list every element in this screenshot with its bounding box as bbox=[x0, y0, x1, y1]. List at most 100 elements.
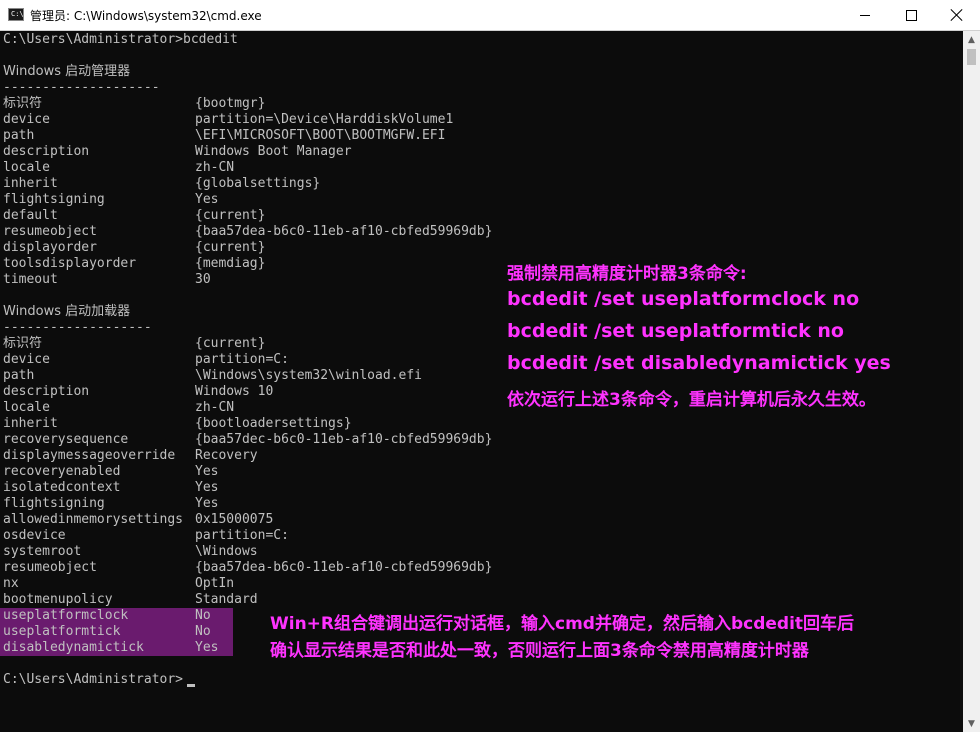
entry-row: displaymessageoverride Recovery bbox=[0, 448, 960, 464]
entry-value: Windows Boot Manager bbox=[195, 144, 352, 159]
entry-key: device bbox=[3, 112, 50, 127]
command-line: C:\Users\Administrator>bcdedit bbox=[3, 32, 238, 47]
entry-key: nx bbox=[3, 576, 19, 591]
scroll-up-arrow-icon[interactable]: ▲ bbox=[963, 31, 980, 48]
entry-key: osdevice bbox=[3, 528, 66, 543]
boot-manager-separator: -------------------- bbox=[3, 80, 160, 95]
entry-key: recoveryenabled bbox=[3, 464, 121, 479]
entry-row: resumeobject {baa57dea-b6c0-11eb-af10-cbf… bbox=[0, 560, 960, 576]
entry-value: Yes bbox=[195, 480, 219, 495]
entry-row: nx OptIn bbox=[0, 576, 960, 592]
final-prompt: C:\Users\Administrator> bbox=[3, 672, 184, 687]
scroll-down-arrow-icon[interactable]: ▼ bbox=[963, 715, 980, 732]
annotation-bottom-line-2: 确认显示结果是否和此处一致，否则运行上面3条命令禁用高精度计时器 bbox=[270, 641, 809, 661]
entry-key: default bbox=[3, 208, 58, 223]
entry-value: {memdiag} bbox=[195, 256, 266, 271]
entry-key: allowedinmemorysettings bbox=[3, 512, 184, 527]
entry-key: description bbox=[3, 384, 90, 399]
entry-value: {baa57dea-b6c0-11eb-af10-cbfed59969db} bbox=[195, 224, 493, 239]
entry-value: zh-CN bbox=[195, 400, 235, 415]
entry-key: inherit bbox=[3, 416, 58, 431]
entry-key: resumeobject bbox=[3, 560, 97, 575]
entry-value: {baa57dec-b6c0-11eb-af10-cbfed59969db} bbox=[195, 432, 493, 447]
minimize-button[interactable] bbox=[842, 0, 888, 30]
entry-row: bootmenupolicy Standard bbox=[0, 592, 960, 608]
entry-key: inherit bbox=[3, 176, 58, 191]
entry-key: timeout bbox=[3, 272, 58, 287]
entry-value: OptIn bbox=[195, 576, 235, 591]
cmd-app-icon[interactable]: C:\ bbox=[8, 8, 24, 21]
entry-row: recoverysequence {baa57dec-b6c0-11eb-af10… bbox=[0, 432, 960, 448]
app-icon-label: C:\ bbox=[11, 10, 24, 18]
entry-row: locale zh-CN bbox=[0, 160, 960, 176]
window-title: 管理员: C:\Windows\system32\cmd.exe bbox=[30, 9, 262, 23]
entry-value: Recovery bbox=[195, 448, 258, 463]
entry-value: partition=C: bbox=[195, 528, 289, 543]
entry-key: path bbox=[3, 128, 35, 143]
entry-key: 标识符 bbox=[3, 96, 43, 111]
entry-row: path \EFI\MICROSOFT\BOOT\BOOTMGFW.EFI bbox=[0, 128, 960, 144]
entry-row: systemroot \Windows bbox=[0, 544, 960, 560]
vertical-scrollbar[interactable]: ▲ ▼ bbox=[963, 31, 980, 732]
entry-value: No bbox=[195, 624, 211, 639]
entry-key: displaymessageoverride bbox=[3, 448, 176, 463]
entry-row: isolatedcontext Yes bbox=[0, 480, 960, 496]
entry-value: 30 bbox=[195, 272, 211, 287]
entry-value: zh-CN bbox=[195, 160, 235, 175]
entry-value: Windows 10 bbox=[195, 384, 274, 399]
entry-key: path bbox=[3, 368, 35, 383]
title-bar: C:\ 管理员: C:\Windows\system32\cmd.exe bbox=[0, 0, 980, 31]
entry-value: partition=\Device\HarddiskVolume1 bbox=[195, 112, 454, 127]
entry-key: device bbox=[3, 352, 50, 367]
annotation-footer: 依次运行上述3条命令，重启计算机后永久生效。 bbox=[507, 390, 876, 410]
entry-value: Yes bbox=[195, 192, 219, 207]
entry-row: flightsigning Yes bbox=[0, 192, 960, 208]
entry-key: 标识符 bbox=[3, 336, 43, 351]
boot-loader-header: Windows 启动加载器 bbox=[3, 304, 131, 319]
entry-key: locale bbox=[3, 400, 50, 415]
entry-value: partition=C: bbox=[195, 352, 289, 367]
entry-key: locale bbox=[3, 160, 50, 175]
entry-value: \Windows bbox=[195, 544, 258, 559]
annotation-command-2: bcdedit /set useplatformtick no bbox=[507, 320, 844, 342]
text-cursor bbox=[187, 684, 195, 687]
entry-value: \EFI\MICROSOFT\BOOT\BOOTMGFW.EFI bbox=[195, 128, 446, 143]
maximize-button[interactable] bbox=[888, 0, 934, 30]
console-output[interactable]: C:\Users\Administrator>bcdedit Windows 启… bbox=[0, 31, 963, 732]
entry-value: Standard bbox=[195, 592, 258, 607]
entry-value: {baa57dea-b6c0-11eb-af10-cbfed59969db} bbox=[195, 560, 493, 575]
entry-key: displayorder bbox=[3, 240, 97, 255]
minimize-icon bbox=[860, 14, 870, 16]
annotation-command-3: bcdedit /set disabledynamictick yes bbox=[507, 352, 891, 374]
entry-key: flightsigning bbox=[3, 192, 105, 207]
entry-row: resumeobject {baa57dea-b6c0-11eb-af10-cbf… bbox=[0, 224, 960, 240]
entry-row: 标识符 {bootmgr} bbox=[0, 96, 960, 112]
entry-value: {bootmgr} bbox=[195, 96, 266, 111]
entry-value: {bootloadersettings} bbox=[195, 416, 352, 431]
entry-key: bootmenupolicy bbox=[3, 592, 113, 607]
entry-value: \Windows\system32\winload.efi bbox=[195, 368, 422, 383]
entry-key: useplatformtick bbox=[3, 624, 121, 639]
annotation-bottom-line-1: Win+R组合键调出运行对话框，输入cmd并确定，然后输入bcdedit回车后 bbox=[270, 614, 855, 634]
entry-key: description bbox=[3, 144, 90, 159]
entry-key: toolsdisplayorder bbox=[3, 256, 137, 271]
entry-row: osdevice partition=C: bbox=[0, 528, 960, 544]
entry-value: Yes bbox=[195, 464, 219, 479]
entry-key: flightsigning bbox=[3, 496, 105, 511]
entry-row: device partition=\Device\HarddiskVolume1 bbox=[0, 112, 960, 128]
entry-key: recoverysequence bbox=[3, 432, 129, 447]
entry-row: flightsigning Yes bbox=[0, 496, 960, 512]
scroll-thumb[interactable] bbox=[967, 49, 976, 65]
entry-value: {current} bbox=[195, 240, 266, 255]
close-button[interactable] bbox=[934, 0, 980, 30]
entry-key: disabledynamictick bbox=[3, 640, 144, 655]
annotation-title: 强制禁用高精度计时器3条命令: bbox=[507, 264, 747, 284]
entry-key: isolatedcontext bbox=[3, 480, 121, 495]
entry-row: timeout 30 bbox=[0, 272, 960, 288]
entry-key: useplatformclock bbox=[3, 608, 129, 623]
entry-row: inherit {globalsettings} bbox=[0, 176, 960, 192]
boot-manager-header: Windows 启动管理器 bbox=[3, 64, 131, 79]
entry-value: No bbox=[195, 608, 211, 623]
entry-row: inherit {bootloadersettings} bbox=[0, 416, 960, 432]
entry-key: systemroot bbox=[3, 544, 82, 559]
